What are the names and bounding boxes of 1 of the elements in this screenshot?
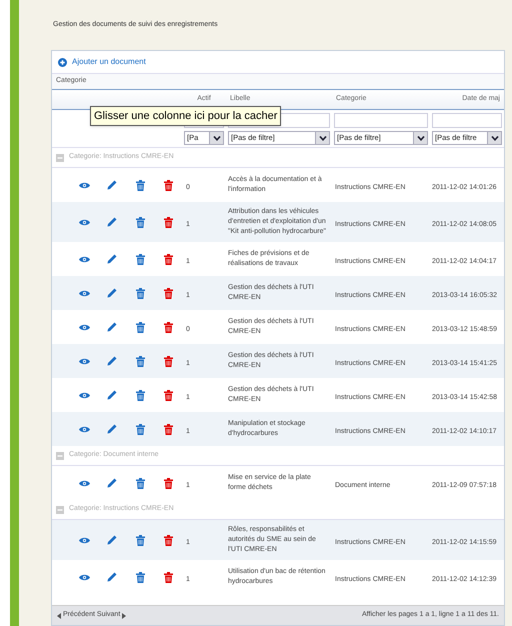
tooltip: Glisser une colonne ici pour la cacher [90,106,282,126]
